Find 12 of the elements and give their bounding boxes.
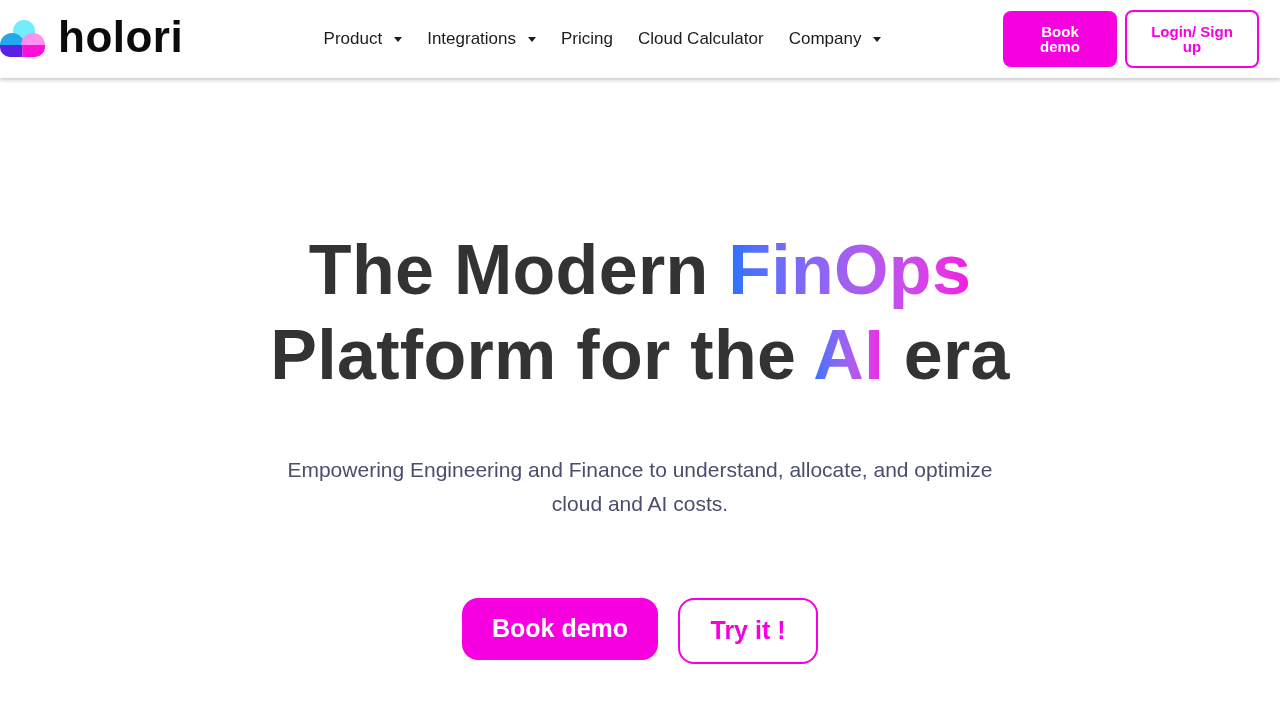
caret-icon[interactable] bbox=[394, 36, 403, 42]
nav-link[interactable]: Integrations bbox=[427, 26, 516, 52]
nav-link[interactable]: Cloud Calculator bbox=[637, 26, 764, 52]
nav-link[interactable]: Pricing bbox=[561, 26, 613, 52]
nav-link[interactable]: Company bbox=[788, 26, 862, 52]
caret-icon[interactable] bbox=[873, 36, 882, 42]
logo-wordmark[interactable]: holori bbox=[58, 15, 184, 59]
subtitle: Empowering Engineering and Finance to understand, allocate, and optimize cloud and AI costs. bbox=[286, 457, 994, 517]
caret-icon[interactable] bbox=[528, 36, 536, 42]
nav-link[interactable]: Product bbox=[323, 26, 383, 52]
cloud-logo-icon bbox=[0, 20, 45, 58]
headline: The Modern FinOps Platform for the AI era bbox=[269, 230, 1011, 396]
